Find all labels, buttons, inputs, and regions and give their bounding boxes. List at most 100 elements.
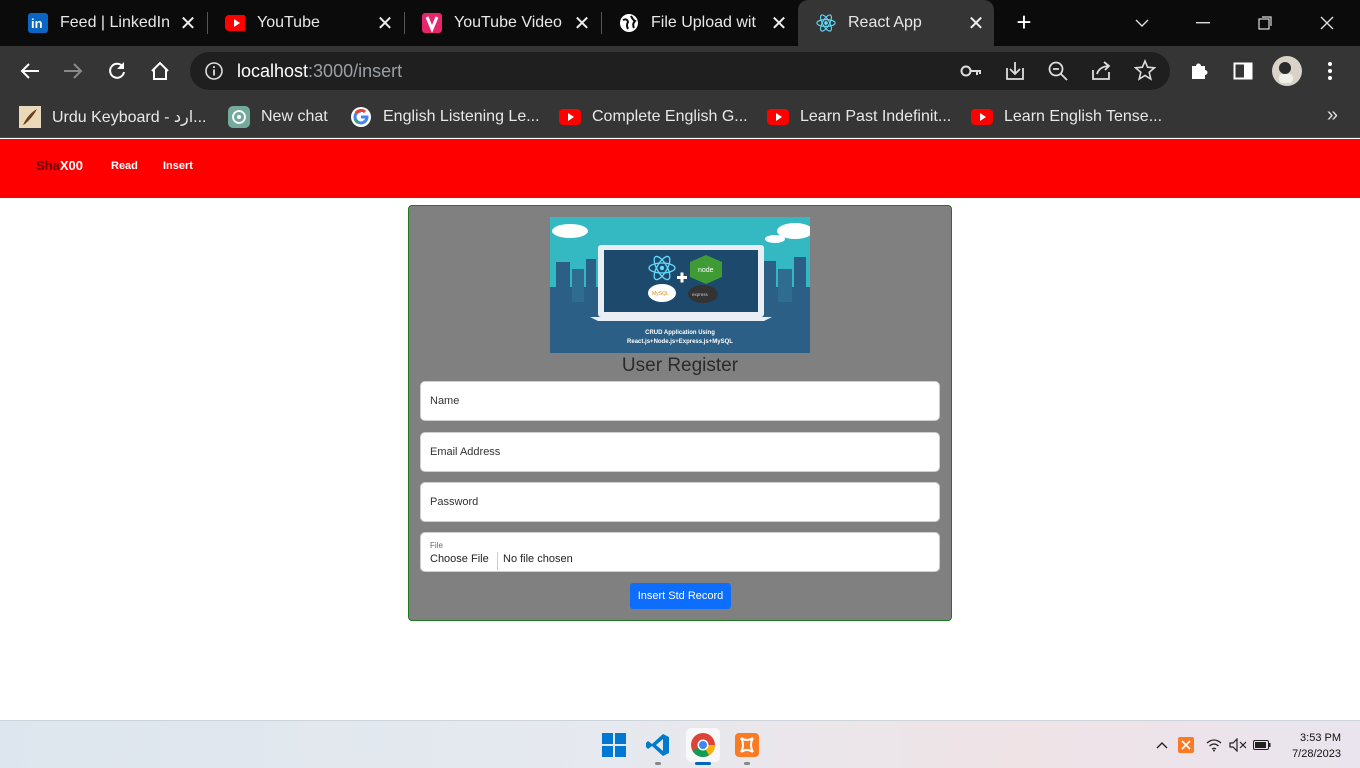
nav-insert-link[interactable]: Insert xyxy=(163,160,193,172)
tab-file-upload[interactable]: File Upload wit ✕ xyxy=(601,0,797,46)
google-icon xyxy=(350,106,372,128)
tab-title: File Upload wit xyxy=(651,14,756,31)
name-field[interactable] xyxy=(420,381,940,421)
password-input[interactable] xyxy=(421,483,939,521)
bookmark-label: New chat xyxy=(261,108,328,125)
more-bookmarks-button[interactable]: » xyxy=(1327,104,1338,127)
taskbar-clock[interactable]: 3:53 PM 7/28/2023 xyxy=(1292,730,1341,762)
bookmark-learn-past[interactable]: Learn Past Indefinit... xyxy=(767,104,951,130)
wifi-icon[interactable] xyxy=(1204,735,1224,755)
bookmarks-bar: Urdu Keyboard - ارد... New chat English … xyxy=(0,96,1360,138)
globe-icon xyxy=(619,13,639,33)
name-input[interactable] xyxy=(421,382,939,420)
bookmark-learn-tense[interactable]: Learn English Tense... xyxy=(971,104,1162,130)
clock-date: 7/28/2023 xyxy=(1292,748,1341,760)
bookmark-label: Learn English Tense... xyxy=(1004,108,1163,125)
forward-button[interactable] xyxy=(58,56,88,86)
youtube-icon xyxy=(225,13,245,33)
youtube-icon xyxy=(559,106,581,128)
show-hidden-icons[interactable] xyxy=(1152,735,1172,755)
hero-caption-2: React.js+Node.js+Express.js+MySQL xyxy=(627,339,733,345)
email-field[interactable] xyxy=(420,432,940,472)
tab-title: React App xyxy=(848,14,922,31)
key-icon[interactable] xyxy=(960,61,982,86)
password-field[interactable] xyxy=(420,482,940,522)
xampp-taskbar-button[interactable] xyxy=(730,728,764,765)
email-input[interactable] xyxy=(421,433,939,471)
home-button[interactable] xyxy=(145,56,175,86)
address-bar[interactable]: localhost:3000/insert xyxy=(190,52,1170,90)
react-icon xyxy=(816,13,836,33)
close-tab-icon[interactable]: ✕ xyxy=(371,11,399,36)
bookmark-new-chat[interactable]: New chat xyxy=(228,104,328,130)
youtube-icon xyxy=(971,106,993,128)
tab-youtube[interactable]: YouTube ✕ xyxy=(207,0,403,46)
svg-text:express: express xyxy=(692,292,709,297)
quill-icon xyxy=(19,106,41,128)
tab-title: Feed | LinkedIn xyxy=(60,14,171,31)
minimize-button[interactable] xyxy=(1172,0,1234,46)
bookmark-urdu-keyboard[interactable]: Urdu Keyboard - ارد... xyxy=(19,104,206,130)
bookmark-label: Complete English G... xyxy=(592,108,748,125)
back-button[interactable] xyxy=(15,56,45,86)
tab-strip: in Feed | LinkedIn ✕ YouTube ✕ YouTube V… xyxy=(0,0,1360,46)
browser-toolbar: localhost:3000/insert xyxy=(0,46,1360,96)
clock-time: 3:53 PM xyxy=(1300,732,1341,744)
profile-avatar[interactable] xyxy=(1272,56,1302,86)
form-title: User Register xyxy=(621,355,739,376)
choose-file-button[interactable]: Choose File xyxy=(430,552,498,570)
svg-text:in: in xyxy=(31,16,43,31)
zoom-icon[interactable] xyxy=(1047,60,1069,87)
maximize-button[interactable] xyxy=(1234,0,1296,46)
svg-text:node: node xyxy=(698,267,714,274)
tab-youtube-video[interactable]: YouTube Video ✕ xyxy=(404,0,600,46)
vscode-icon xyxy=(646,734,669,756)
reload-button[interactable] xyxy=(102,56,132,86)
svg-text:MySQL: MySQL xyxy=(652,291,669,297)
tab-search-icon[interactable] xyxy=(1111,0,1173,46)
xampp-tray-icon[interactable] xyxy=(1176,735,1196,755)
bookmark-label: Learn Past Indefinit... xyxy=(800,108,952,125)
windows-taskbar: 3:53 PM 7/28/2023 xyxy=(0,720,1360,768)
share-icon[interactable] xyxy=(1090,60,1112,87)
bookmark-label: Urdu Keyboard - ارد... xyxy=(52,109,207,126)
nav-read-link[interactable]: Read xyxy=(111,160,138,172)
extensions-icon[interactable] xyxy=(1184,56,1214,86)
insert-record-button[interactable]: Insert Std Record xyxy=(630,583,731,609)
file-label: File xyxy=(430,541,443,550)
close-tab-icon[interactable]: ✕ xyxy=(962,11,990,36)
tab-linkedin[interactable]: in Feed | LinkedIn ✕ xyxy=(10,0,206,46)
brand-part-2: X00 xyxy=(59,158,83,173)
hero-caption-1: CRUD Application Using xyxy=(645,330,715,336)
brand-logo[interactable]: ShaX00 xyxy=(36,158,83,173)
bookmark-star-icon[interactable] xyxy=(1133,58,1157,86)
new-tab-button[interactable]: + xyxy=(1010,8,1038,36)
bookmark-complete-english[interactable]: Complete English G... xyxy=(559,104,748,130)
running-indicator xyxy=(655,762,661,765)
close-tab-icon[interactable]: ✕ xyxy=(568,11,596,36)
chrome-icon xyxy=(691,733,715,758)
install-app-icon[interactable] xyxy=(1004,60,1026,87)
xampp-icon xyxy=(735,733,759,757)
close-window-button[interactable] xyxy=(1296,0,1358,46)
bookmark-label: English Listening Le... xyxy=(383,108,540,125)
vscode-taskbar-button[interactable] xyxy=(641,728,675,765)
youtube-icon xyxy=(767,106,789,128)
file-field[interactable]: File Choose File No file chosen xyxy=(420,532,940,572)
linkedin-icon: in xyxy=(28,13,48,33)
vidiq-icon xyxy=(422,13,442,33)
running-indicator xyxy=(744,762,750,765)
close-tab-icon[interactable]: ✕ xyxy=(765,11,793,36)
side-panel-icon[interactable] xyxy=(1228,56,1258,86)
site-info-icon[interactable] xyxy=(204,61,224,86)
volume-muted-icon[interactable] xyxy=(1228,735,1248,755)
chrome-menu-icon[interactable] xyxy=(1315,56,1345,86)
close-tab-icon[interactable]: ✕ xyxy=(174,11,202,36)
chrome-taskbar-button[interactable] xyxy=(686,728,720,765)
battery-icon[interactable] xyxy=(1252,735,1272,755)
bookmark-english-listening[interactable]: English Listening Le... xyxy=(350,104,540,130)
start-button[interactable] xyxy=(597,728,631,762)
url-text[interactable]: localhost:3000/insert xyxy=(237,61,402,82)
tab-react-app[interactable]: React App ✕ xyxy=(798,0,994,46)
windows-icon xyxy=(602,733,626,757)
